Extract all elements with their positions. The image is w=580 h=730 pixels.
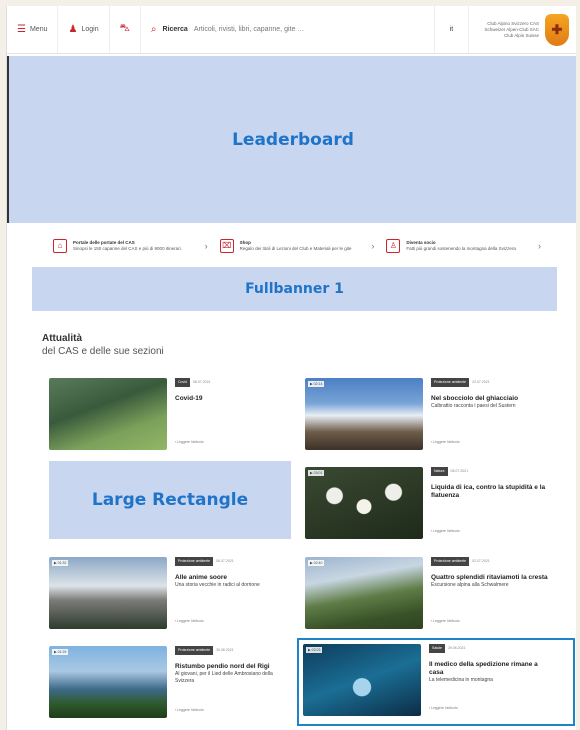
news-card[interactable]: Covid08.07.2021 Covid-19 Leggere l'artic… [49, 378, 293, 450]
news-tag[interactable]: Protezione ambiente [175, 557, 214, 566]
read-more-link[interactable]: Leggere l'articolo [431, 528, 460, 535]
shop-icon: ⌧ [219, 239, 234, 253]
news-thumbnail[interactable]: ▶ 01:32 [49, 557, 167, 629]
cas-logo-icon: ✚ [545, 13, 569, 46]
service-desc: Fatti più grandi sostenendo la montagna … [406, 246, 516, 251]
search-placeholder: Articoli, rivisti, libri, capanne, gite … [193, 26, 305, 33]
search-input[interactable]: ⌕ Ricerca Articoli, rivisti, libri, capa… [141, 6, 435, 53]
service-membership[interactable]: ♙ Diventa socio Fatti più grandi sostene… [380, 232, 547, 260]
read-more-link[interactable]: Leggere l'articolo [175, 439, 204, 446]
read-more-link[interactable]: Leggere l'articolo [431, 439, 460, 446]
menu-icon: ☰ [17, 24, 26, 35]
menu-button[interactable]: ☰ Menu [7, 6, 59, 53]
top-navigation: ☰ Menu ♟ Login ⛍ ⌕ Ricerca Articoli, riv… [7, 6, 576, 54]
page: ☰ Menu ♟ Login ⛍ ⌕ Ricerca Articoli, riv… [6, 6, 576, 730]
service-desc: Sinopsi le 150 capanne del CAS e più di … [73, 246, 182, 251]
member-icon: ♙ [386, 239, 401, 253]
news-date: 06.07.2021 [216, 559, 234, 563]
search-label: Ricerca [162, 26, 188, 33]
news-card[interactable]: ▶ 02:40 Protezione ambiente 02.07.2021 Qu… [305, 557, 549, 629]
news-title-text[interactable]: Nel sbocciolo del ghiacciaio [431, 395, 549, 403]
news-desc: Calbrattio racconta i paesi del Sustern [431, 403, 516, 409]
ad-fullbanner[interactable]: Fullbanner 1 [32, 267, 557, 311]
video-duration-badge: ▶ 03:01 [308, 470, 325, 476]
search-icon: ⌕ [150, 24, 157, 35]
news-desc: Al giovani, per il Lied delle Ambrosiano… [175, 671, 273, 684]
news-title-text[interactable]: Quattro splendidi ritaviamoti la cresta [431, 574, 549, 582]
news-thumbnail[interactable]: ▶ 03:01 [305, 467, 423, 539]
news-desc: Escursione alpina alla Schwalmere [431, 582, 509, 588]
news-tag[interactable]: Natura [431, 467, 448, 476]
news-tag[interactable]: Covid [175, 378, 190, 387]
news-title-text[interactable]: Alle anime soore [175, 574, 293, 582]
video-duration-badge: ▶ 02:40 [308, 560, 325, 566]
news-thumbnail[interactable]: ▶ 02:40 [305, 557, 423, 629]
news-card[interactable]: ▶ 03:01 Natura 08.07.2021 Liquida di ica,… [305, 467, 549, 539]
news-date: 02.07.2021 [472, 559, 490, 563]
video-duration-badge: ▶ 01:32 [52, 560, 69, 566]
news-title-text[interactable]: Ristumbo pendio nord del Rigi [175, 663, 293, 671]
news-title-text[interactable]: Covid-19 [175, 395, 293, 403]
news-thumbnail[interactable]: ▶ 02:14 [305, 378, 423, 450]
brand-text: Club Alpino Svizzero CAS Schweizer Alpen… [484, 20, 539, 38]
cart-icon: ⛍ [119, 23, 130, 34]
chevron-right-icon: › [371, 241, 375, 251]
services-row: ⌂ Portale delle portate del CAS Sinopsi … [47, 232, 547, 260]
chevron-right-icon: › [204, 241, 208, 251]
news-date: 08.07.2021 [192, 380, 211, 384]
read-more-link[interactable]: Leggere l'articolo [431, 618, 460, 625]
news-title: Attualità [42, 333, 82, 344]
news-title-text[interactable]: Liquida di ica, contro la stupidità e la… [431, 484, 549, 500]
news-date: 08.07.2021 [450, 469, 469, 473]
service-shop[interactable]: ⌧ Shop Regalo dei titoli di Lezioni del … [214, 232, 381, 260]
user-icon: ♟ [68, 24, 78, 35]
menu-label: Menu [29, 26, 48, 33]
news-card[interactable]: ▶ 01:25 Protezione ambiente 30.06.2021 Ri… [49, 646, 293, 718]
news-desc: Una storia vecchie in radici al dorrione [175, 582, 260, 588]
news-tag[interactable]: Protezione ambiente [431, 557, 470, 566]
login-button[interactable]: ♟ Login [58, 6, 110, 53]
brand[interactable]: Club Alpino Svizzero CAS Schweizer Alpen… [469, 6, 576, 53]
news-tag[interactable]: Protezione ambiente [431, 378, 470, 387]
focus-highlight [297, 638, 575, 726]
video-duration-badge: ▶ 01:25 [52, 649, 69, 655]
service-desc: Regalo dei titoli di Lezioni del Club e … [239, 246, 352, 251]
service-portal[interactable]: ⌂ Portale delle portate del CAS Sinopsi … [47, 232, 214, 260]
cart-button[interactable]: ⛍ [110, 6, 141, 53]
language-label: it [449, 26, 454, 33]
language-select[interactable]: it [435, 6, 469, 53]
chevron-right-icon: › [538, 241, 542, 251]
read-more-link[interactable]: Leggere l'articolo [175, 707, 204, 714]
ad-leaderboard[interactable]: Leaderboard [7, 56, 576, 223]
news-date: 22.07.2021 [472, 380, 490, 384]
news-card[interactable]: ▶ 01:32 Protezione ambiente 06.07.2021 Al… [49, 557, 293, 629]
ad-large-rectangle[interactable]: Large Rectangle [49, 461, 291, 539]
news-tag[interactable]: Protezione ambiente [175, 646, 214, 655]
news-card[interactable]: ▶ 02:14 Protezione ambiente 22.07.2021 Ne… [305, 378, 549, 450]
read-more-link[interactable]: Leggere l'articolo [175, 618, 204, 625]
login-label: Login [81, 26, 99, 33]
map-icon: ⌂ [53, 239, 67, 253]
video-duration-badge: ▶ 02:14 [308, 381, 325, 387]
news-thumbnail[interactable]: ▶ 01:25 [49, 646, 167, 718]
news-subtitle: del CAS e delle sue sezioni [42, 346, 164, 357]
news-thumbnail[interactable] [49, 378, 167, 450]
news-date: 30.06.2021 [216, 648, 234, 652]
